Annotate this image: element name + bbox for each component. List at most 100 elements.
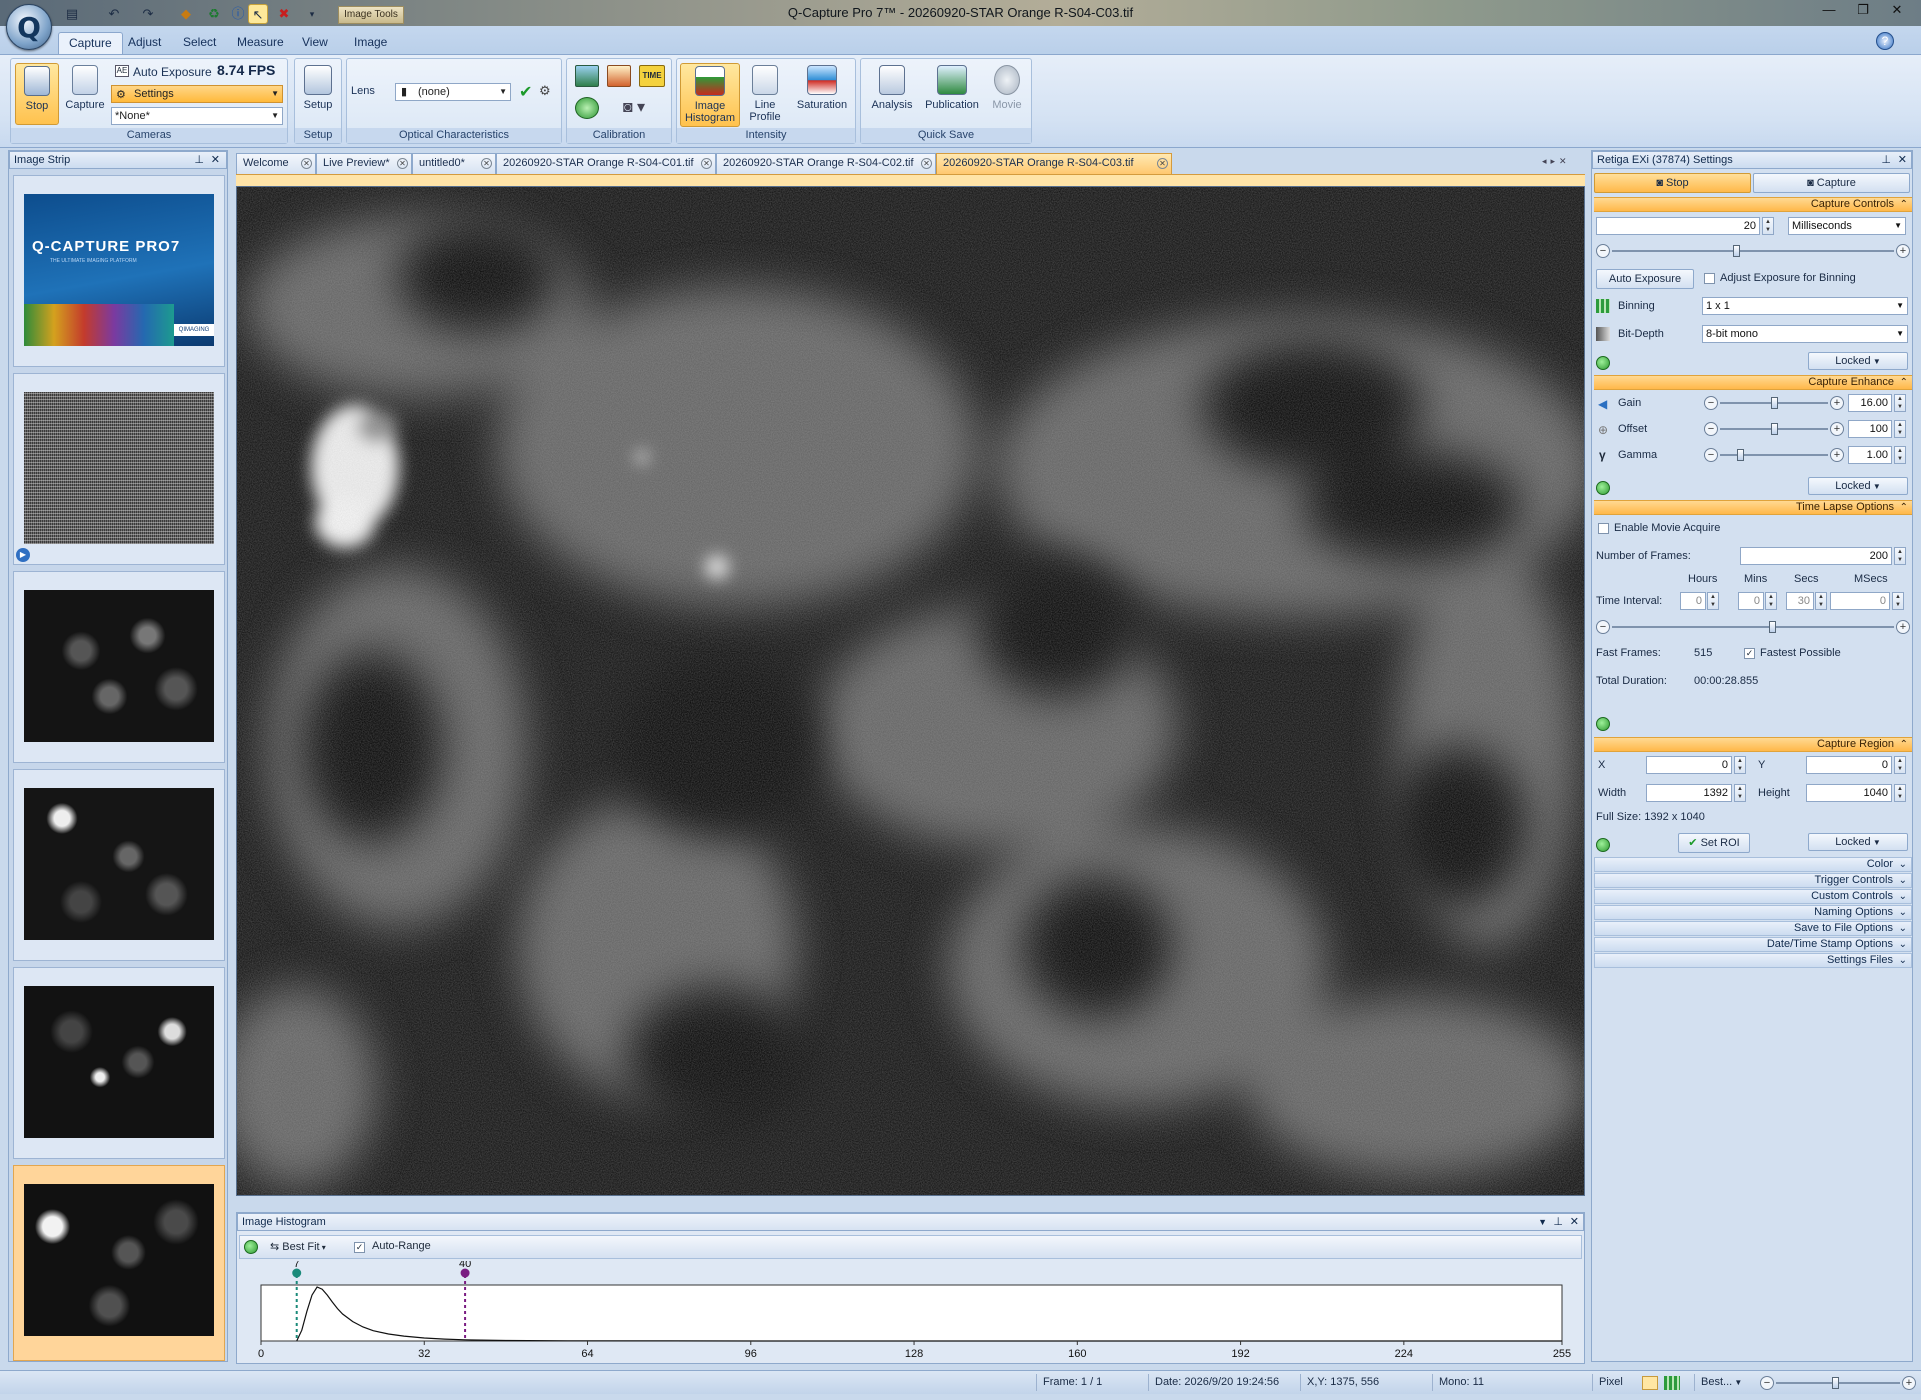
hours-spinner[interactable]: ▲ ▼ bbox=[1707, 592, 1719, 610]
close-icon[interactable]: ✕ bbox=[301, 158, 312, 169]
setup-button[interactable]: Setup bbox=[295, 63, 341, 125]
locked-dropdown[interactable]: Locked ▼ bbox=[1808, 833, 1908, 851]
frames-spinner[interactable]: ▲ ▼ bbox=[1894, 547, 1906, 565]
plus-icon[interactable]: + bbox=[1830, 448, 1844, 462]
reset-icon[interactable] bbox=[1596, 481, 1610, 495]
chevron-down-icon[interactable]: ▼ bbox=[1538, 1214, 1547, 1230]
secs-input[interactable]: 30 bbox=[1786, 592, 1814, 610]
best-fit-dropdown[interactable]: ⇆ Best Fit ▾ bbox=[270, 1240, 326, 1253]
zoom-fit-dropdown[interactable]: Best... ▼ bbox=[1694, 1374, 1756, 1391]
offset-slider[interactable]: − + bbox=[1704, 421, 1844, 437]
grid-icon[interactable] bbox=[1664, 1376, 1680, 1390]
capture-button[interactable]: Capture bbox=[61, 63, 109, 125]
plus-icon[interactable]: + bbox=[1830, 396, 1844, 410]
interval-slider[interactable]: − + bbox=[1596, 619, 1910, 635]
custom-controls-section[interactable]: Custom Controls ⌄ bbox=[1594, 889, 1912, 904]
close-icon[interactable]: ✕ bbox=[211, 152, 220, 168]
close-icon[interactable]: ✕ bbox=[1898, 152, 1907, 168]
tab-measure[interactable]: Measure bbox=[227, 32, 294, 54]
reset-icon[interactable] bbox=[1596, 356, 1610, 370]
mins-input[interactable]: 0 bbox=[1738, 592, 1764, 610]
x-spinner[interactable]: ▲ ▼ bbox=[1734, 756, 1746, 774]
tab-select[interactable]: Select bbox=[173, 32, 226, 54]
doc-tab-welcome[interactable]: Welcome ✕ bbox=[236, 153, 316, 174]
camera-calibration-icon[interactable]: ◙ ▾ bbox=[619, 97, 649, 119]
info-icon[interactable]: ⓘ bbox=[228, 4, 248, 24]
time-stamp-icon[interactable]: TIME bbox=[639, 65, 665, 87]
close-icon[interactable]: ✕ bbox=[701, 158, 712, 169]
set-roi-button[interactable]: ✔ Set ROI bbox=[1678, 833, 1750, 853]
slider-thumb[interactable] bbox=[1770, 397, 1778, 409]
pin-icon[interactable]: ⊥ bbox=[1553, 1214, 1563, 1230]
slider-thumb[interactable] bbox=[1768, 621, 1776, 633]
stop-tab[interactable]: ◙ Stop bbox=[1594, 173, 1751, 193]
exposure-unit-select[interactable]: Milliseconds ▼ bbox=[1788, 217, 1906, 235]
doc-tab-untitled[interactable]: untitled0* ✕ bbox=[412, 153, 496, 174]
pin-icon[interactable]: ⊥ bbox=[1881, 152, 1891, 168]
locked-dropdown[interactable]: Locked ▼ bbox=[1808, 477, 1908, 495]
zoom-slider[interactable]: − + bbox=[1760, 1375, 1916, 1391]
plus-icon[interactable]: + bbox=[1896, 620, 1910, 634]
trigger-controls-section[interactable]: Trigger Controls ⌄ bbox=[1594, 873, 1912, 888]
msecs-spinner[interactable]: ▲ ▼ bbox=[1892, 592, 1904, 610]
minus-icon[interactable]: − bbox=[1596, 244, 1610, 258]
exposure-slider[interactable]: − + bbox=[1596, 243, 1910, 259]
pin-icon[interactable]: ⊥ bbox=[194, 152, 204, 168]
customize-qat-icon[interactable]: ▾ bbox=[302, 4, 322, 24]
publication-button[interactable]: Publication bbox=[919, 63, 985, 125]
naming-options-section[interactable]: Naming Options ⌄ bbox=[1594, 905, 1912, 920]
gamma-spinner[interactable]: ▲ ▼ bbox=[1894, 446, 1906, 464]
close-icon[interactable]: ✕ bbox=[921, 158, 932, 169]
calibration-icon[interactable] bbox=[575, 65, 599, 87]
application-menu-button[interactable]: Q bbox=[6, 4, 52, 50]
undo-icon[interactable]: ↶ bbox=[104, 4, 124, 24]
restore-button[interactable]: ❐ bbox=[1850, 2, 1876, 20]
date-time-stamp-section[interactable]: Date/Time Stamp Options ⌄ bbox=[1594, 937, 1912, 952]
gamma-slider[interactable]: − + bbox=[1704, 447, 1844, 463]
mins-spinner[interactable]: ▲ ▼ bbox=[1765, 592, 1777, 610]
doc-tab-live-preview[interactable]: Live Preview* ✕ bbox=[316, 153, 412, 174]
bit-depth-select[interactable]: 8-bit mono ▼ bbox=[1702, 325, 1908, 343]
image-histogram-button[interactable]: Image Histogram bbox=[680, 63, 740, 127]
pointer-icon[interactable]: ↖ bbox=[248, 4, 268, 24]
thumbnail-c03[interactable] bbox=[13, 967, 225, 1159]
pencil-calibration-icon[interactable] bbox=[607, 65, 631, 87]
tab-view[interactable]: View bbox=[292, 32, 338, 54]
plus-icon[interactable]: + bbox=[1830, 422, 1844, 436]
tab-image[interactable]: Image bbox=[344, 32, 397, 54]
enable-movie-checkbox[interactable] bbox=[1598, 523, 1609, 534]
reset-icon[interactable] bbox=[1596, 838, 1610, 852]
height-spinner[interactable]: ▲ ▼ bbox=[1894, 784, 1906, 802]
help-icon[interactable]: ? bbox=[1876, 32, 1894, 50]
close-icon[interactable]: ✕ bbox=[1157, 158, 1168, 169]
locked-dropdown[interactable]: Locked ▼ bbox=[1808, 352, 1908, 370]
close-icon[interactable]: ✕ bbox=[1570, 1214, 1579, 1230]
slider-thumb[interactable] bbox=[1832, 1377, 1839, 1389]
x-input[interactable]: 0 bbox=[1646, 756, 1732, 774]
plus-icon[interactable]: + bbox=[1902, 1376, 1916, 1390]
refresh-icon[interactable] bbox=[244, 1240, 258, 1254]
gain-slider[interactable]: − + bbox=[1704, 395, 1844, 411]
lens-settings-icon[interactable]: ⚙ bbox=[539, 83, 551, 99]
gain-input[interactable]: 16.00 bbox=[1848, 394, 1892, 412]
binning-select[interactable]: 1 x 1 ▼ bbox=[1702, 297, 1908, 315]
capture-region-header[interactable]: Capture Region ⌃ bbox=[1594, 737, 1912, 752]
tab-capture[interactable]: Capture bbox=[58, 32, 123, 54]
minus-icon[interactable]: − bbox=[1760, 1376, 1774, 1390]
save-to-file-section[interactable]: Save to File Options ⌄ bbox=[1594, 921, 1912, 936]
line-profile-button[interactable]: Line Profile bbox=[743, 63, 787, 127]
auto-range-checkbox[interactable]: ✓ bbox=[354, 1242, 365, 1253]
adjust-binning-checkbox[interactable] bbox=[1704, 273, 1715, 284]
width-input[interactable]: 1392 bbox=[1646, 784, 1732, 802]
msecs-input[interactable]: 0 bbox=[1830, 592, 1890, 610]
preset-combo[interactable]: *None* ▼ bbox=[111, 107, 283, 125]
thumbnail-c01[interactable] bbox=[13, 571, 225, 763]
minus-icon[interactable]: − bbox=[1704, 422, 1718, 436]
save-icon[interactable]: ▤ bbox=[62, 4, 82, 24]
secs-spinner[interactable]: ▲ ▼ bbox=[1815, 592, 1827, 610]
redo-icon[interactable]: ↷ bbox=[138, 4, 158, 24]
minimize-button[interactable]: — bbox=[1816, 2, 1842, 20]
thumbnail-selected[interactable] bbox=[13, 1165, 225, 1361]
close-icon[interactable]: ✕ bbox=[481, 158, 492, 169]
slider-thumb[interactable] bbox=[1733, 245, 1740, 257]
